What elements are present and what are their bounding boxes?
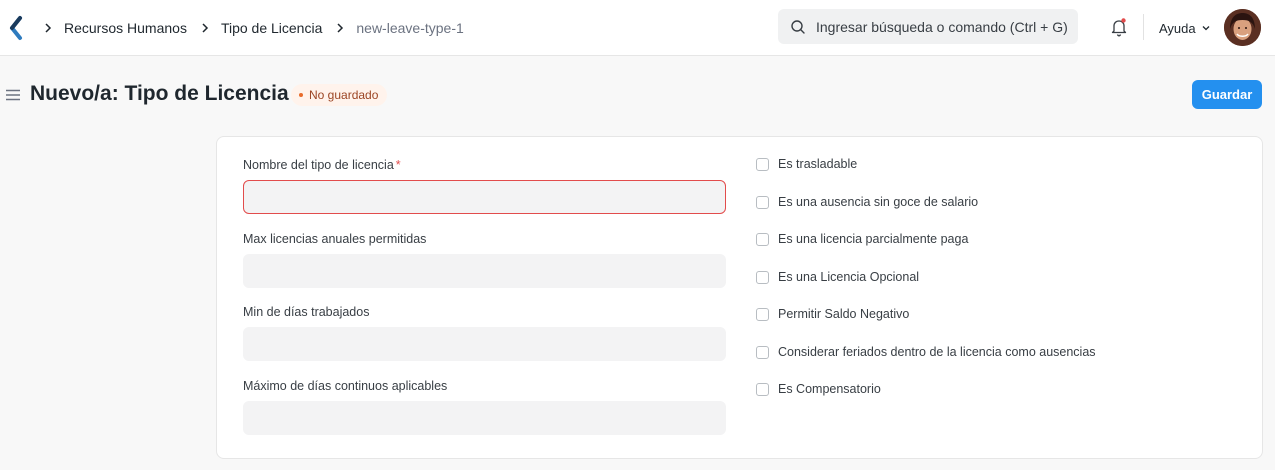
page-title: Nuevo/a: Tipo de Licencia xyxy=(30,82,289,105)
checkbox[interactable] xyxy=(756,195,769,209)
breadcrumb-tipo-de-licencia[interactable]: Tipo de Licencia xyxy=(221,20,322,36)
field-label-max-leaves: Max licencias anuales permitidas xyxy=(243,232,427,246)
search-icon xyxy=(791,19,805,34)
checkbox-label: Considerar feriados dentro de la licenci… xyxy=(778,345,1096,359)
max-leaves-input[interactable] xyxy=(243,254,726,288)
field-label-leave-type-name: Nombre del tipo de licencia * xyxy=(243,158,401,172)
form-card: Nombre del tipo de licencia * Max licenci… xyxy=(216,136,1263,459)
checkbox[interactable] xyxy=(756,307,769,321)
bell-icon[interactable] xyxy=(1108,16,1130,38)
checkbox-label: Es una Licencia Opcional xyxy=(778,270,920,284)
help-label: Ayuda xyxy=(1159,20,1196,36)
required-mark: * xyxy=(395,158,401,172)
field-label-min-days: Min de días trabajados xyxy=(243,305,370,319)
search-placeholder: Ingresar búsqueda o comando (Ctrl + G) xyxy=(816,18,1068,35)
avatar-image xyxy=(1224,9,1261,46)
checkbox-label: Es una licencia parcialmente paga xyxy=(778,232,969,246)
chevron-right-icon xyxy=(40,20,56,36)
status-dot-icon xyxy=(299,93,303,97)
chevron-right-icon xyxy=(332,20,348,36)
checkbox[interactable] xyxy=(756,157,769,171)
checkbox-parcialmente-paga[interactable]: Es una licencia parcialmente paga xyxy=(756,232,968,246)
checkbox[interactable] xyxy=(756,270,769,284)
app-logo-icon[interactable] xyxy=(6,14,26,42)
checkbox-label: Es trasladable xyxy=(778,157,858,171)
checkbox[interactable] xyxy=(756,382,769,396)
status-text: No guardado xyxy=(309,88,379,102)
breadcrumb-current[interactable]: new-leave-type-1 xyxy=(356,20,463,36)
field-label-text: Nombre del tipo de licencia xyxy=(243,158,394,172)
help-dropdown[interactable]: Ayuda xyxy=(1159,0,1211,56)
min-days-input[interactable] xyxy=(243,327,726,361)
checkbox-label: Es una ausencia sin goce de salario xyxy=(778,195,979,209)
checkbox-es-trasladable[interactable]: Es trasladable xyxy=(756,157,857,171)
chevron-right-icon xyxy=(197,20,213,36)
checkbox[interactable] xyxy=(756,345,769,359)
leave-type-name-input[interactable] xyxy=(243,180,726,214)
breadcrumb: Recursos Humanos Tipo de Licencia new-le… xyxy=(40,0,474,56)
navbar: Recursos Humanos Tipo de Licencia new-le… xyxy=(0,0,1275,56)
checkbox[interactable] xyxy=(756,232,769,246)
checkbox-saldo-negativo[interactable]: Permitir Saldo Negativo xyxy=(756,307,909,321)
status-badge: No guardado xyxy=(291,84,388,106)
checkbox-sin-goce[interactable]: Es una ausencia sin goce de salario xyxy=(756,195,978,209)
checkbox-label: Es Compensatorio xyxy=(778,382,881,396)
hamburger-icon[interactable] xyxy=(5,87,21,103)
checkbox-compensatorio[interactable]: Es Compensatorio xyxy=(756,382,881,396)
checkbox-opcional[interactable]: Es una Licencia Opcional xyxy=(756,270,919,284)
search-bar[interactable]: Ingresar búsqueda o comando (Ctrl + G) xyxy=(778,9,1078,44)
breadcrumb-recursos-humanos[interactable]: Recursos Humanos xyxy=(64,20,187,36)
chevron-down-icon xyxy=(1202,26,1210,31)
field-label-max-continuous: Máximo de días continuos aplicables xyxy=(243,379,448,393)
checkbox-feriados[interactable]: Considerar feriados dentro de la licenci… xyxy=(756,345,1096,359)
user-avatar[interactable] xyxy=(1224,9,1261,46)
checkbox-label: Permitir Saldo Negativo xyxy=(778,307,910,321)
navbar-divider xyxy=(1143,14,1144,40)
max-continuous-input[interactable] xyxy=(243,401,726,435)
save-button[interactable]: Guardar xyxy=(1192,80,1262,109)
